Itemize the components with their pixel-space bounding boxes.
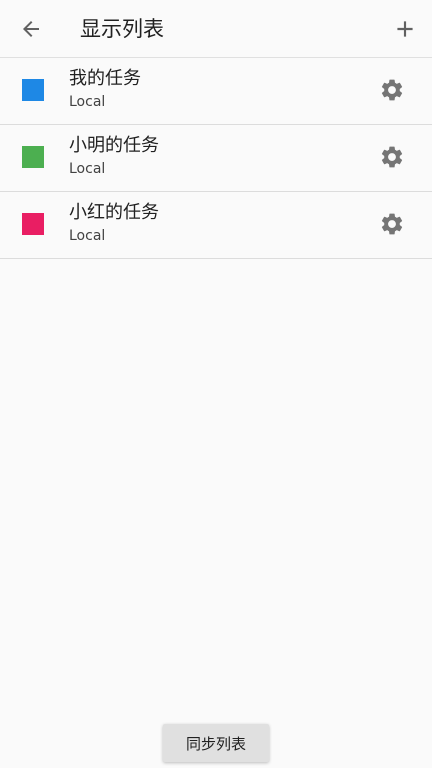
- list-color-swatch: [22, 213, 44, 235]
- list-settings-button[interactable]: [376, 141, 408, 173]
- list-item-account: Local: [69, 94, 106, 110]
- gear-icon: [381, 146, 403, 168]
- list-item[interactable]: 我的任务 Local: [0, 58, 432, 125]
- list-item[interactable]: 小明的任务 Local: [0, 125, 432, 192]
- page-title: 显示列表: [80, 17, 164, 41]
- plus-icon: [397, 21, 413, 37]
- list-item[interactable]: 小红的任务 Local: [0, 192, 432, 259]
- add-list-button[interactable]: [384, 8, 426, 50]
- back-button[interactable]: [10, 8, 52, 50]
- list-color-swatch: [22, 146, 44, 168]
- list-settings-button[interactable]: [376, 208, 408, 240]
- gear-icon: [381, 213, 403, 235]
- list-settings-button[interactable]: [376, 74, 408, 106]
- app-root: 显示列表 我的任务 Local 小明的任务 Local 小红的任务 Local …: [0, 0, 432, 768]
- list-item-name: 小明的任务: [69, 135, 159, 156]
- task-list: 我的任务 Local 小明的任务 Local 小红的任务 Local: [0, 58, 432, 259]
- toolbar: 显示列表: [0, 0, 432, 58]
- list-item-account: Local: [69, 161, 106, 177]
- list-item-account: Local: [69, 228, 106, 244]
- list-color-swatch: [22, 79, 44, 101]
- list-item-name: 小红的任务: [69, 202, 159, 223]
- gear-icon: [381, 79, 403, 101]
- list-item-name: 我的任务: [69, 68, 141, 89]
- sync-lists-button[interactable]: 同步列表: [163, 724, 269, 762]
- arrow-back-icon: [23, 21, 39, 37]
